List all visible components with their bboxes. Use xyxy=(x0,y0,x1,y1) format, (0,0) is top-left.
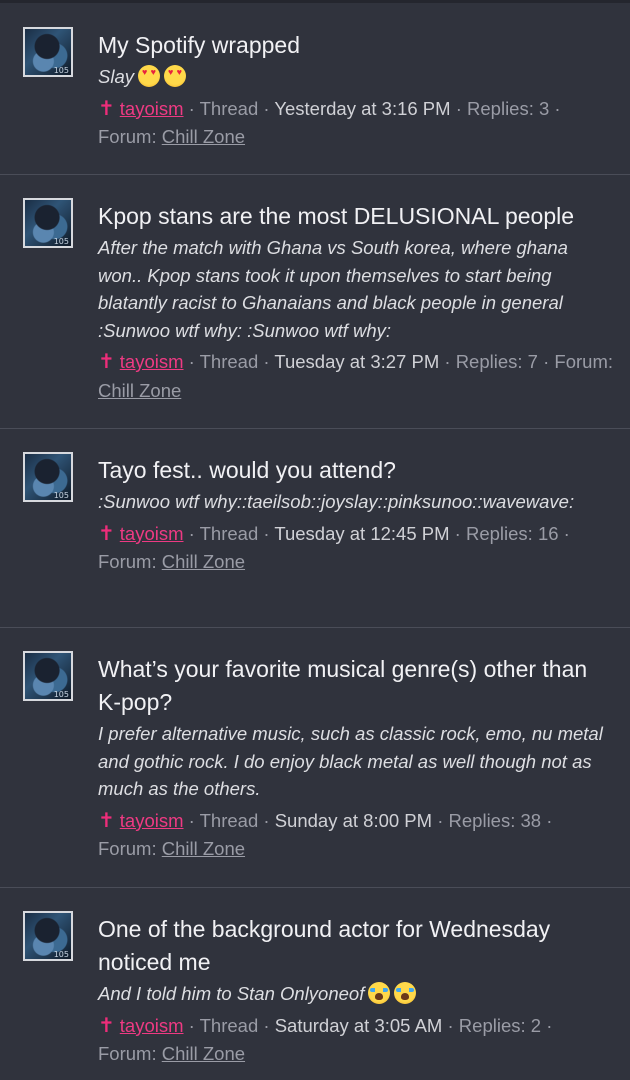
forum-label: Forum: xyxy=(554,351,613,372)
thread-type: Thread xyxy=(199,351,259,372)
avatar[interactable]: 105 xyxy=(23,27,73,77)
thread-item[interactable]: 105 Tayo fest.. would you attend? :Sunwo… xyxy=(0,428,630,628)
forum-link[interactable]: Chill Zone xyxy=(162,551,245,572)
thread-date[interactable]: Sunday at 8:00 PM xyxy=(275,810,432,831)
thread-meta: ✝ tayoism · Thread · Tuesday at 3:27 PM ·… xyxy=(98,351,613,401)
thread-meta: ✝ tayoism · Thread · Saturday at 3:05 AM … xyxy=(98,1014,553,1065)
reply-count: Replies: 16 xyxy=(465,522,559,544)
author-link[interactable]: tayoism xyxy=(120,1015,184,1036)
avatar-tag: 105 xyxy=(53,950,69,959)
snippet-text: Slay xyxy=(98,66,134,87)
forum-label: Forum: xyxy=(98,551,157,572)
thread-title[interactable]: My Spotify wrapped xyxy=(98,29,614,62)
thread-meta: ✝ tayoism · Thread · Sunday at 8:00 PM · … xyxy=(98,809,553,860)
forum-label: Forum: xyxy=(98,838,157,859)
thread-snippet: I prefer alternative music, such as clas… xyxy=(98,723,603,799)
thread-date[interactable]: Tuesday at 12:45 PM xyxy=(274,523,449,544)
thread-title[interactable]: Kpop stans are the most DELUSIONAL peopl… xyxy=(98,200,614,233)
thread-content: One of the background actor for Wednesda… xyxy=(98,913,614,1068)
crying-emoji xyxy=(394,982,417,1004)
thread-content: Tayo fest.. would you attend? :Sunwoo wt… xyxy=(98,454,614,576)
forum-link[interactable]: Chill Zone xyxy=(162,126,245,147)
avatar-tag: 105 xyxy=(53,690,69,699)
forum-label: Forum: xyxy=(98,126,157,147)
thread-item[interactable]: 105 Kpop stans are the most DELUSIONAL p… xyxy=(0,174,630,429)
cross-icon: ✝ xyxy=(98,809,115,832)
forum-link[interactable]: Chill Zone xyxy=(98,380,181,401)
thread-date[interactable]: Tuesday at 3:27 PM xyxy=(274,351,439,372)
snippet-text: And I told him to Stan Onlyoneof xyxy=(98,983,365,1004)
author-link[interactable]: tayoism xyxy=(120,810,184,831)
forum-link[interactable]: Chill Zone xyxy=(162,838,245,859)
reply-count: Replies: 2 xyxy=(458,1014,542,1036)
thread-title[interactable]: One of the background actor for Wednesda… xyxy=(98,913,614,979)
cross-icon: ✝ xyxy=(98,97,115,120)
avatar[interactable]: 105 xyxy=(23,651,73,701)
thread-item[interactable]: 105 One of the background actor for Wedn… xyxy=(0,887,630,1080)
reply-count: Replies: 3 xyxy=(467,97,550,119)
cross-icon: ✝ xyxy=(98,522,115,545)
cross-icon: ✝ xyxy=(98,351,115,373)
avatar-tag: 105 xyxy=(53,66,69,75)
thread-title[interactable]: Tayo fest.. would you attend? xyxy=(98,454,614,487)
author-link[interactable]: tayoism xyxy=(120,98,184,119)
thread-title[interactable]: What’s your favorite musical genre(s) ot… xyxy=(98,653,614,719)
thread-meta: ✝ tayoism · Thread · Yesterday at 3:16 PM… xyxy=(98,97,561,148)
thread-item[interactable]: 105 What’s your favorite musical genre(s… xyxy=(0,627,630,888)
heart-eyes-emoji xyxy=(138,65,160,87)
thread-meta: ✝ tayoism · Thread · Tuesday at 12:45 PM … xyxy=(98,522,570,573)
thread-date[interactable]: Yesterday at 3:16 PM xyxy=(274,98,450,119)
thread-content: Kpop stans are the most DELUSIONAL peopl… xyxy=(98,200,614,404)
avatar-tag: 105 xyxy=(53,491,69,500)
thread-type: Thread xyxy=(199,809,259,831)
author-link[interactable]: tayoism xyxy=(120,523,184,544)
cross-icon: ✝ xyxy=(98,1014,115,1037)
thread-snippet: Slay xyxy=(98,63,614,91)
thread-snippet: After the match with Ghana vs South kore… xyxy=(98,237,568,341)
heart-eyes-emoji xyxy=(164,65,186,87)
thread-date[interactable]: Saturday at 3:05 AM xyxy=(275,1015,443,1036)
reply-count: Replies: 38 xyxy=(448,809,542,831)
thread-content: My Spotify wrapped Slay ✝tayoism · Threa… xyxy=(98,29,614,151)
avatar[interactable]: 105 xyxy=(23,198,73,248)
thread-snippet: And I told him to Stan Onlyoneof xyxy=(98,980,614,1008)
crying-emoji xyxy=(368,982,391,1004)
thread-type: Thread xyxy=(199,1014,259,1036)
thread-content: What’s your favorite musical genre(s) ot… xyxy=(98,653,614,863)
forum-link[interactable]: Chill Zone xyxy=(162,1043,245,1064)
reply-count: Replies: 7 xyxy=(455,351,538,372)
avatar[interactable]: 105 xyxy=(23,911,73,961)
forum-label: Forum: xyxy=(98,1043,157,1064)
thread-snippet: :Sunwoo wtf why::taeilsob::joyslay::pink… xyxy=(98,491,575,512)
thread-item[interactable]: 105 My Spotify wrapped Slay ✝tayoism · T… xyxy=(0,3,630,175)
avatar-tag: 105 xyxy=(53,237,69,246)
author-link[interactable]: tayoism xyxy=(120,351,184,372)
thread-type: Thread xyxy=(199,522,259,544)
avatar[interactable]: 105 xyxy=(23,452,73,502)
thread-type: Thread xyxy=(199,97,259,119)
